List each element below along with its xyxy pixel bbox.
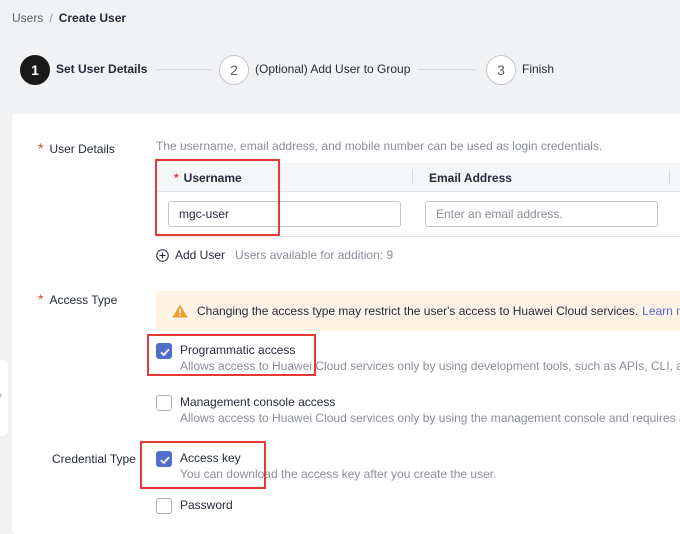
check-icon (160, 348, 170, 357)
column-divider (669, 170, 670, 184)
add-user-row: Add User Users available for addition: 9 (156, 248, 393, 262)
username-input[interactable] (168, 201, 401, 227)
access-key-title: Access key (180, 451, 241, 465)
password-title: Password (180, 498, 233, 512)
check-icon (160, 456, 170, 465)
credential-type-label: Credential Type (52, 452, 136, 466)
step-3-circle: 3 (486, 55, 516, 85)
column-divider (412, 170, 413, 184)
breadcrumb: Users / Create User (12, 11, 126, 25)
step-connector (156, 69, 212, 70)
chevron-right-icon: › (0, 390, 2, 401)
step-2-label: (Optional) Add User to Group (255, 62, 411, 76)
add-user-button[interactable]: Add User (175, 248, 225, 262)
learn-more-link[interactable]: Learn m (642, 304, 680, 318)
user-details-hint: The username, email address, and mobile … (156, 139, 603, 153)
access-type-warning-alert: Changing the access type may restrict th… (156, 291, 680, 331)
step-2-circle: 2 (219, 55, 249, 85)
breadcrumb-users-link[interactable]: Users (12, 11, 43, 25)
console-access-checkbox[interactable] (156, 395, 172, 411)
warning-triangle-icon (172, 304, 188, 318)
access-type-label: * Access Type (38, 291, 118, 307)
access-key-desc: You can download the access key after yo… (180, 467, 497, 481)
console-access-desc: Allows access to Huawei Cloud services o… (180, 411, 680, 425)
breadcrumb-separator: / (49, 11, 53, 25)
user-table-header: * Username Email Address (156, 163, 680, 192)
username-column-header: * Username (174, 171, 242, 185)
programmatic-access-title: Programmatic access (180, 343, 296, 357)
warning-text: Changing the access type may restrict th… (197, 304, 639, 318)
step-1-circle: 1 (20, 55, 50, 85)
breadcrumb-current: Create User (58, 11, 127, 25)
required-marker: * (38, 291, 44, 307)
programmatic-access-checkbox[interactable] (156, 343, 172, 359)
side-collapse-tab[interactable]: › (0, 360, 8, 436)
users-available-count: Users available for addition: 9 (235, 248, 394, 262)
required-marker: * (38, 140, 44, 156)
email-column-header: Email Address (429, 171, 512, 185)
step-connector (418, 69, 476, 70)
plus-circle-icon (156, 248, 169, 262)
console-access-title: Management console access (180, 395, 336, 409)
step-1-label: Set User Details (56, 62, 148, 76)
programmatic-access-desc: Allows access to Huawei Cloud services o… (180, 359, 680, 373)
step-3-label: Finish (522, 62, 555, 76)
email-input[interactable] (425, 201, 658, 227)
user-details-label: * User Details (38, 140, 115, 156)
access-key-checkbox[interactable] (156, 451, 172, 467)
password-checkbox[interactable] (156, 498, 172, 514)
